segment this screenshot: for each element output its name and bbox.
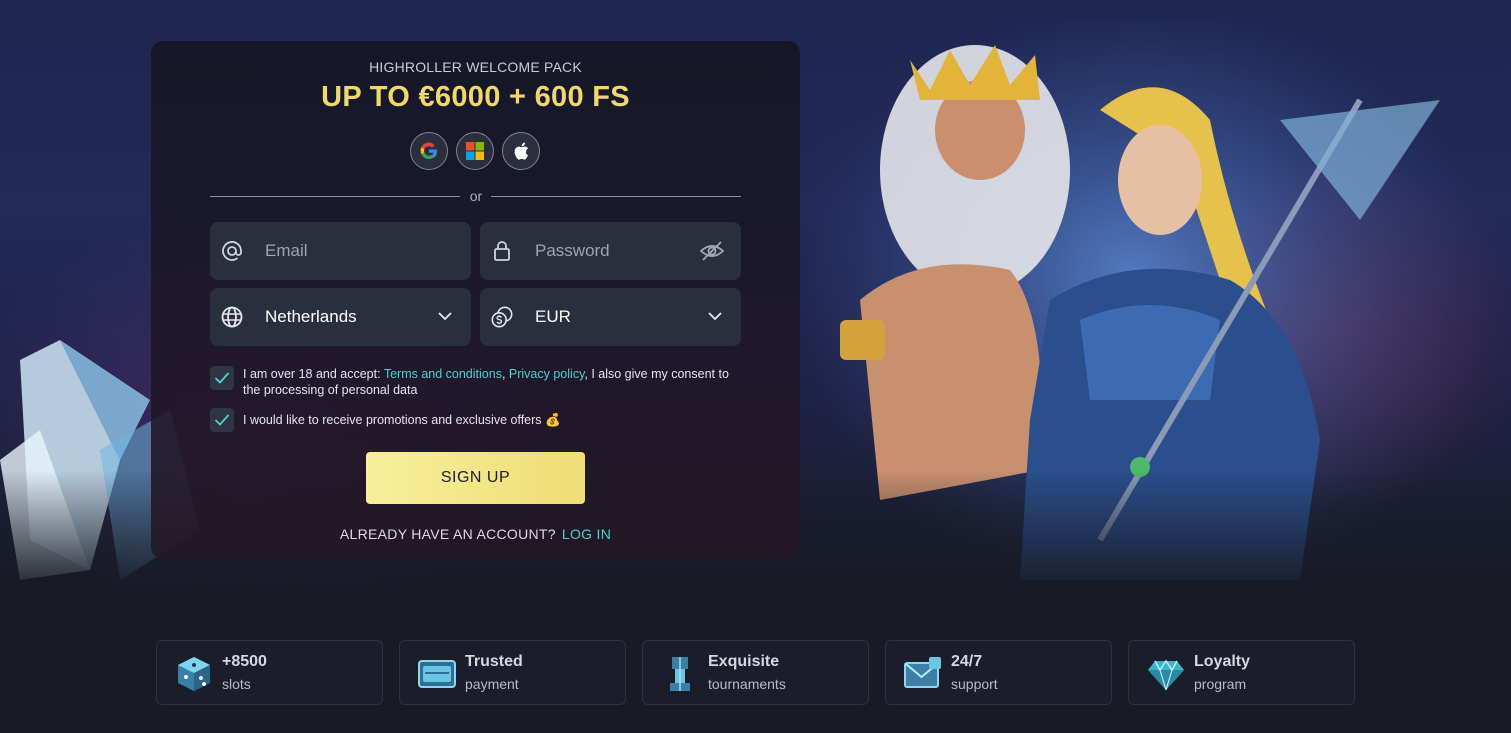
at-sign-icon	[222, 241, 242, 261]
consent-prefix: I am over 18 and accept:	[243, 367, 384, 381]
log-in-link[interactable]: LOG IN	[562, 526, 611, 542]
currency-select[interactable]: EUR	[480, 288, 741, 346]
checkmark-icon	[214, 414, 230, 426]
sign-up-button[interactable]: SIGN UP	[366, 452, 585, 504]
feature-payment: Trusted payment	[399, 640, 626, 705]
microsoft-icon	[466, 142, 484, 160]
feature-title: Loyalty	[1194, 653, 1251, 670]
email-placeholder: Email	[265, 241, 308, 260]
feature-loyalty: Loyalty program	[1128, 640, 1355, 705]
envelope-icon	[904, 657, 941, 688]
terms-link[interactable]: Terms and conditions	[384, 367, 502, 381]
lock-icon	[494, 241, 510, 261]
feature-title: +8500	[222, 653, 267, 670]
feature-subtitle: payment	[465, 676, 519, 692]
signup-panel: HIGHROLLER WELCOME PACK UP TO €6000 + 60…	[151, 41, 800, 559]
privacy-policy-link[interactable]: Privacy policy	[509, 367, 584, 381]
dice-icon	[178, 657, 210, 691]
social-login-row	[410, 132, 540, 170]
email-field[interactable]: Email	[210, 222, 471, 280]
feature-title: Exquisite	[708, 653, 780, 670]
promo-title: UP TO €6000 + 600 FS	[321, 81, 630, 113]
feature-title: 24/7	[951, 653, 983, 670]
feature-subtitle: program	[1194, 676, 1247, 692]
diamond-icon	[1148, 659, 1184, 691]
promotions-checkbox[interactable]	[210, 408, 234, 432]
feature-title: Trusted	[465, 653, 523, 670]
terms-consent-text: I am over 18 and accept: Terms and condi…	[243, 366, 748, 398]
consent-comma: ,	[501, 367, 509, 381]
chevron-down-icon	[438, 312, 452, 321]
feature-subtitle: slots	[222, 676, 251, 692]
apple-login-button[interactable]	[502, 132, 540, 170]
apple-icon	[514, 142, 529, 160]
feature-subtitle: support	[951, 676, 998, 692]
features-row: +8500 slots Trusted payment Exquisite to…	[156, 640, 1355, 705]
password-field[interactable]: Password	[480, 222, 741, 280]
checkmark-icon	[214, 372, 230, 384]
chevron-down-icon	[708, 312, 722, 321]
terms-consent-row: I am over 18 and accept: Terms and condi…	[210, 366, 748, 398]
coins-icon	[491, 306, 513, 328]
feature-subtitle: tournaments	[708, 676, 786, 692]
login-question: ALREADY HAVE AN ACCOUNT?	[339, 526, 556, 542]
google-icon	[420, 142, 437, 160]
divider-or: or	[469, 188, 483, 204]
card-icon	[418, 660, 456, 688]
password-placeholder: Password	[535, 241, 610, 260]
microsoft-login-button[interactable]	[456, 132, 494, 170]
feature-slots: +8500 slots	[156, 640, 383, 705]
promotions-consent-row: I would like to receive promotions and e…	[210, 408, 748, 432]
feature-tournaments: Exquisite tournaments	[642, 640, 869, 705]
promo-subtitle: HIGHROLLER WELCOME PACK	[369, 59, 582, 75]
terms-checkbox[interactable]	[210, 366, 234, 390]
feature-support: 24/7 support	[885, 640, 1112, 705]
promotions-consent-text: I would like to receive promotions and e…	[243, 413, 561, 427]
currency-value: EUR	[535, 307, 571, 326]
divider-right	[491, 196, 741, 197]
eye-off-icon[interactable]	[699, 239, 725, 263]
login-row: ALREADY HAVE AN ACCOUNT? LOG IN	[151, 526, 800, 542]
tower-icon	[670, 657, 690, 691]
google-login-button[interactable]	[410, 132, 448, 170]
country-value: Netherlands	[265, 307, 357, 326]
divider-left	[210, 196, 460, 197]
globe-icon	[221, 306, 243, 328]
country-select[interactable]: Netherlands	[210, 288, 471, 346]
